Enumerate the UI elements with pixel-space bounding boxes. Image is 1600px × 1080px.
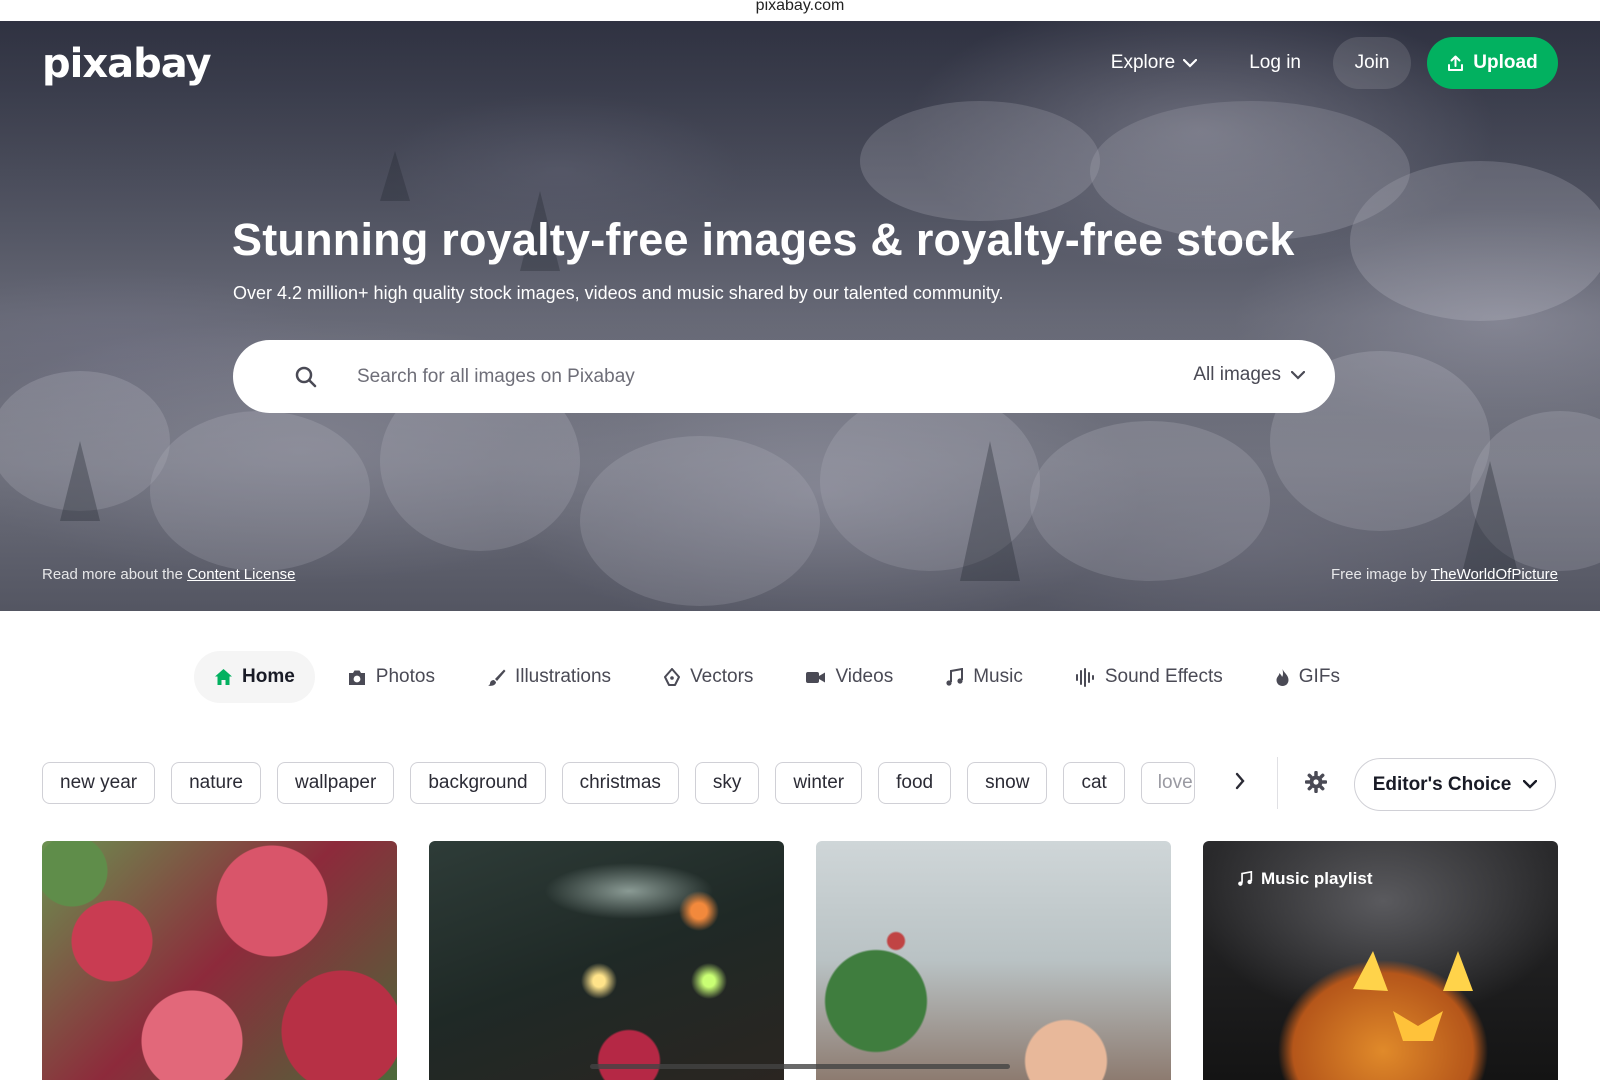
waveform-icon bbox=[1075, 667, 1094, 687]
search-type-label: All images bbox=[1193, 364, 1281, 385]
tag-chip[interactable]: new year bbox=[42, 762, 156, 804]
credit-author-link[interactable]: TheWorldOfPicture bbox=[1431, 566, 1558, 583]
image-grid: Music playlist bbox=[42, 841, 1558, 1080]
upload-button[interactable]: Upload bbox=[1427, 37, 1558, 89]
chevron-down-icon bbox=[1183, 58, 1198, 68]
tag-chip[interactable]: snow bbox=[967, 762, 1048, 804]
tab-illustrations[interactable]: Illustrations bbox=[467, 651, 631, 703]
tag-chip[interactable]: nature bbox=[171, 762, 261, 804]
tag-chip[interactable]: background bbox=[410, 762, 546, 804]
search-type-dropdown[interactable]: All images bbox=[1193, 364, 1305, 386]
tab-label: GIFs bbox=[1298, 666, 1340, 687]
search-icon[interactable] bbox=[295, 366, 317, 388]
tab-label: Music bbox=[973, 666, 1023, 687]
tag-chip[interactable]: food bbox=[878, 762, 952, 804]
tab-videos[interactable]: Videos bbox=[785, 651, 913, 703]
tab-gifs[interactable]: GIFs bbox=[1255, 651, 1360, 703]
hero-title: Stunning royalty-free images & royalty-f… bbox=[232, 214, 1295, 265]
join-button[interactable]: Join bbox=[1333, 37, 1411, 89]
tag-chip[interactable]: christmas bbox=[561, 762, 679, 804]
chevron-down-icon bbox=[1523, 780, 1538, 789]
search-input[interactable] bbox=[357, 362, 1137, 392]
music-playlist-badge: Music playlist bbox=[1237, 869, 1372, 889]
license-note: Read more about the Content License bbox=[42, 566, 296, 583]
tab-label: Sound Effects bbox=[1104, 666, 1223, 687]
hero-banner: pixabay Explore Log in Join Upload Stunn… bbox=[0, 21, 1600, 611]
upload-label: Upload bbox=[1473, 52, 1538, 73]
chevron-right-icon[interactable] bbox=[1234, 771, 1246, 791]
trending-tags: new year nature wallpaper background chr… bbox=[42, 762, 1195, 804]
camera-icon bbox=[348, 670, 365, 685]
credit-prefix: Free image by bbox=[1330, 566, 1431, 583]
music-playlist-card[interactable]: Music playlist bbox=[1203, 841, 1558, 1080]
tab-vectors[interactable]: Vectors bbox=[643, 651, 773, 703]
sort-dropdown[interactable]: Editor's Choice bbox=[1354, 758, 1556, 811]
url-text: pixabay.com bbox=[755, 0, 845, 14]
tab-label: Vectors bbox=[690, 666, 754, 687]
search-bar: All images bbox=[233, 340, 1335, 413]
tab-home[interactable]: Home bbox=[194, 651, 315, 703]
flame-icon bbox=[1276, 668, 1289, 686]
gear-icon[interactable] bbox=[1305, 771, 1327, 793]
tab-label: Illustrations bbox=[514, 666, 612, 687]
music-note-icon bbox=[946, 667, 964, 686]
tag-divider bbox=[1277, 757, 1278, 809]
tab-label: Videos bbox=[835, 666, 894, 687]
image-card[interactable] bbox=[816, 841, 1171, 1080]
badge-label: Music playlist bbox=[1261, 869, 1373, 888]
license-prefix: Read more about the bbox=[42, 566, 188, 583]
sort-label: Editor's Choice bbox=[1372, 773, 1512, 795]
top-nav: Explore Log in Join Upload bbox=[1111, 37, 1558, 89]
tag-chip[interactable]: cat bbox=[1063, 762, 1125, 804]
hero-subtitle: Over 4.2 million+ high quality stock ima… bbox=[233, 283, 1004, 303]
tag-chip[interactable]: love bbox=[1140, 762, 1195, 804]
brush-icon bbox=[487, 669, 506, 686]
tag-chip[interactable]: wallpaper bbox=[276, 762, 395, 804]
music-note-icon bbox=[1238, 871, 1253, 886]
home-icon bbox=[215, 669, 232, 685]
login-link[interactable]: Log in bbox=[1249, 52, 1301, 74]
tab-photos[interactable]: Photos bbox=[327, 651, 455, 703]
browser-url-bar[interactable]: pixabay.com bbox=[0, 0, 1600, 21]
chevron-down-icon bbox=[1291, 370, 1305, 380]
tag-chip[interactable]: sky bbox=[694, 762, 760, 804]
content-license-link[interactable]: Content License bbox=[187, 566, 295, 583]
image-card[interactable] bbox=[42, 841, 397, 1080]
video-camera-icon bbox=[806, 671, 826, 683]
pixabay-logo[interactable]: pixabay bbox=[42, 41, 212, 87]
upload-icon bbox=[1448, 55, 1464, 71]
media-type-tabs: Home Photos Illustrations Vectors Videos… bbox=[194, 651, 1372, 703]
horizontal-scrollbar[interactable] bbox=[590, 1064, 1010, 1069]
tag-chip[interactable]: winter bbox=[775, 762, 863, 804]
tab-label: Photos bbox=[375, 666, 435, 687]
image-card[interactable] bbox=[429, 841, 784, 1080]
explore-label: Explore bbox=[1110, 52, 1176, 73]
tab-label: Home bbox=[242, 666, 295, 687]
tab-music[interactable]: Music bbox=[925, 651, 1043, 703]
hero-shade bbox=[0, 21, 1600, 611]
explore-menu-button[interactable]: Explore bbox=[1110, 52, 1198, 74]
image-credit: Free image by TheWorldOfPicture bbox=[1331, 566, 1558, 583]
tab-sound-effects[interactable]: Sound Effects bbox=[1055, 651, 1243, 703]
pen-nib-icon bbox=[664, 667, 681, 686]
